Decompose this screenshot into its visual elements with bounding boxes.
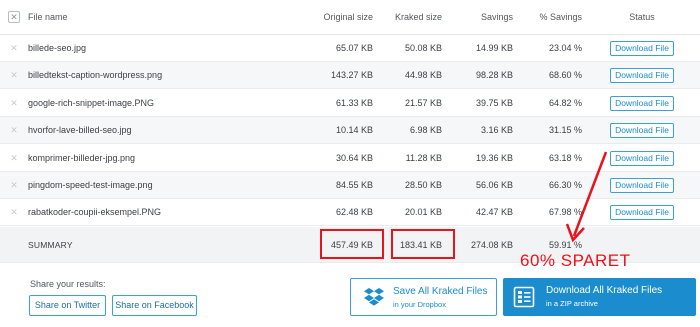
download-zip-button[interactable]: Download All Kraked Files in a ZIP archi… — [503, 278, 696, 316]
share-facebook-button[interactable]: Share on Facebook — [112, 295, 197, 316]
arrow-shaft — [572, 151, 608, 237]
save-to-dropbox-button[interactable]: Save All Kraked Files in your Dropbox — [350, 278, 497, 316]
zip-archive-icon — [513, 286, 535, 308]
zip-button-subtitle: in a ZIP archive — [546, 299, 598, 308]
dropbox-icon — [364, 288, 384, 306]
dropbox-button-title: Save All Kraked Files — [393, 286, 488, 297]
share-label: Share your results: — [30, 279, 106, 289]
zip-button-title: Download All Kraked Files — [546, 285, 663, 296]
savings-annotation: 60% SPARET — [520, 251, 631, 270]
share-twitter-button[interactable]: Share on Twitter — [29, 295, 106, 316]
dropbox-button-subtitle: in your Dropbox — [393, 300, 446, 309]
